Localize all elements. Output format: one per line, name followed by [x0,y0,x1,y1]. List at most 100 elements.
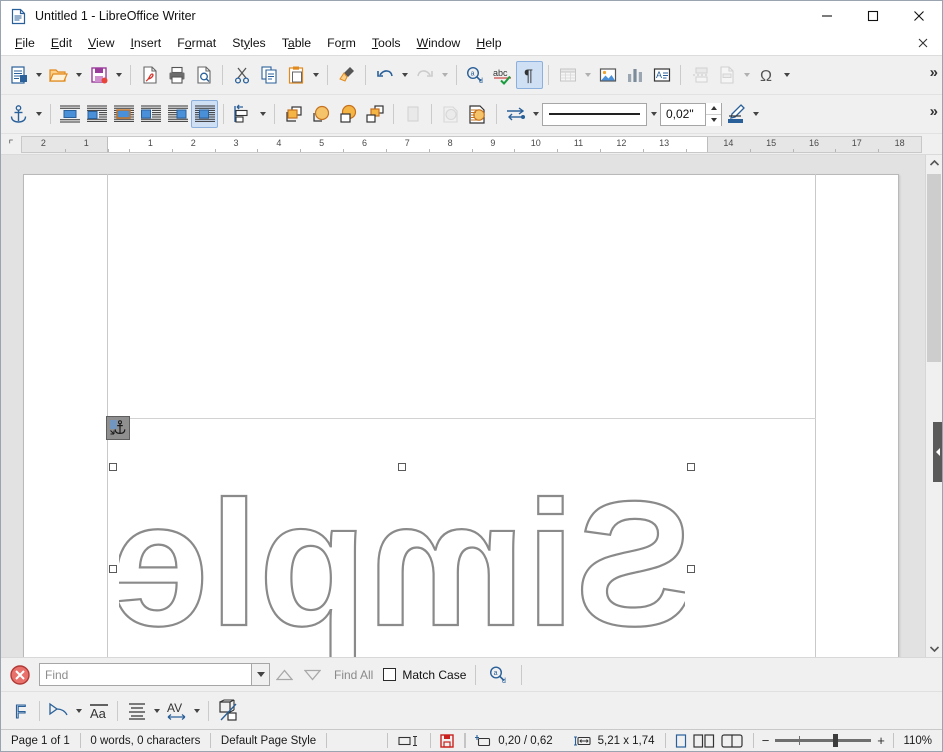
export-pdf-button[interactable] [136,61,163,89]
zoom-slider[interactable]: − + [754,734,893,747]
resize-handle-top-right[interactable] [687,463,695,471]
wrap-left-button[interactable] [137,100,164,128]
scroll-up-button[interactable] [926,155,942,172]
zoom-slider-thumb[interactable] [832,734,838,747]
zoom-level[interactable]: 110% [893,730,942,752]
line-color-button[interactable] [722,100,749,128]
open-button[interactable] [45,61,72,89]
close-find-bar-button[interactable] [9,664,31,686]
cut-button[interactable] [228,61,255,89]
vertical-scroll-track[interactable] [926,172,942,640]
menu-format[interactable]: Format [169,33,224,54]
menu-styles[interactable]: Styles [224,33,274,54]
fontwork-gallery-button[interactable]: F [7,697,34,725]
fontwork-alignment-dropdown[interactable] [150,697,163,725]
line-style-select[interactable] [542,102,647,126]
send-backward-button[interactable] [361,100,388,128]
image-toolbar-overflow-button[interactable]: » [930,103,938,120]
arrow-style-button[interactable] [502,100,529,128]
print-button[interactable] [163,61,190,89]
find-all-button[interactable]: Find All [326,668,381,682]
fontwork-shape-button[interactable] [45,697,72,725]
save-dropdown[interactable] [112,61,125,89]
bring-forward-button[interactable] [280,100,307,128]
zoom-in-button[interactable]: + [877,734,885,747]
search-input[interactable] [40,664,251,685]
send-to-back-button[interactable] [334,100,361,128]
insert-special-character-button[interactable]: Ω [753,61,780,89]
anchor-to-paragraph-icon[interactable] [106,416,130,440]
new-document-dropdown[interactable] [32,61,45,89]
object-size[interactable]: 5,21 x 1,74 [563,730,665,752]
page-style[interactable]: Default Page Style [211,730,326,752]
menu-file[interactable]: File [7,33,43,54]
line-width-decrease[interactable] [706,114,721,126]
word-count[interactable]: 0 words, 0 characters [80,730,210,752]
maximize-button[interactable] [850,1,896,31]
undo-button[interactable] [371,61,398,89]
language-status[interactable] [327,730,387,752]
book-view-icon[interactable] [721,733,743,748]
scroll-down-button[interactable] [926,640,942,657]
area-style-button[interactable] [464,100,491,128]
menu-edit[interactable]: Edit [43,33,80,54]
wrap-optimal-button[interactable] [191,100,218,128]
print-preview-button[interactable] [190,61,217,89]
copy-button[interactable] [255,61,282,89]
anchor-dropdown[interactable] [32,100,45,128]
horizontal-ruler[interactable]: 2 1 1 2 3 4 5 6 7 8 9 10 11 12 13 14 15 16 17 18 [21,136,922,153]
zoom-out-button[interactable]: − [762,734,770,747]
find-and-replace-button[interactable]: a d [462,61,489,89]
minimize-button[interactable] [804,1,850,31]
bring-to-front-button[interactable] [307,100,334,128]
unsaved-changes-icon[interactable] [430,730,464,752]
close-document-button[interactable] [913,36,933,50]
vertical-scrollbar[interactable] [925,155,942,657]
menu-window[interactable]: Window [409,33,469,54]
standard-toolbar-overflow-button[interactable]: » [930,64,938,81]
insert-image-button[interactable] [594,61,621,89]
save-button[interactable] [85,61,112,89]
multi-page-view-icon[interactable] [693,733,715,748]
fontwork-object[interactable]: Simple [109,463,695,657]
insert-special-character-dropdown[interactable] [780,61,793,89]
menu-help[interactable]: Help [468,33,509,54]
menu-form[interactable]: Form [319,33,364,54]
vertical-scroll-thumb[interactable] [927,174,941,362]
fontwork-shape-dropdown[interactable] [72,697,85,725]
extrusion-toggle-button[interactable] [214,697,241,725]
fontwork-same-letter-heights-button[interactable]: Aa [85,697,112,725]
spelling-button[interactable]: abc [489,61,516,89]
menu-table[interactable]: Table [274,33,319,54]
line-color-dropdown[interactable] [749,100,762,128]
menu-insert[interactable]: Insert [122,33,169,54]
menu-view[interactable]: View [80,33,122,54]
insert-chart-button[interactable] [621,61,648,89]
fontwork-alignment-button[interactable] [123,697,150,725]
close-window-button[interactable] [896,1,942,31]
new-document-button[interactable] [5,61,32,89]
formatting-marks-button[interactable]: ¶ [516,61,543,89]
match-case-checkbox[interactable]: Match Case [383,668,466,682]
find-and-replace-dialog-button[interactable]: a d [485,661,512,689]
sidebar-show-button[interactable] [933,422,942,482]
resize-handle-middle-left[interactable] [109,565,117,573]
fontwork-character-spacing-dropdown[interactable] [190,697,203,725]
match-case-checkbox-box[interactable] [383,668,397,681]
open-dropdown[interactable] [72,61,85,89]
undo-dropdown[interactable] [398,61,411,89]
find-next-button[interactable] [298,662,326,688]
resize-handle-top-left[interactable] [109,463,117,471]
resize-handle-middle-right[interactable] [687,565,695,573]
single-page-view-icon[interactable] [675,733,687,748]
align-objects-dropdown[interactable] [256,100,269,128]
page-count[interactable]: Page 1 of 1 [1,730,80,752]
menu-tools[interactable]: Tools [364,33,409,54]
anchor-button[interactable] [5,100,32,128]
arrow-style-dropdown[interactable] [529,100,542,128]
line-width-field[interactable]: 0,02" [660,102,722,126]
fontwork-character-spacing-button[interactable]: AV [163,697,190,725]
wrap-through-button[interactable] [110,100,137,128]
resize-handle-top-center[interactable] [398,463,406,471]
document-canvas[interactable]: Simple [1,155,925,657]
